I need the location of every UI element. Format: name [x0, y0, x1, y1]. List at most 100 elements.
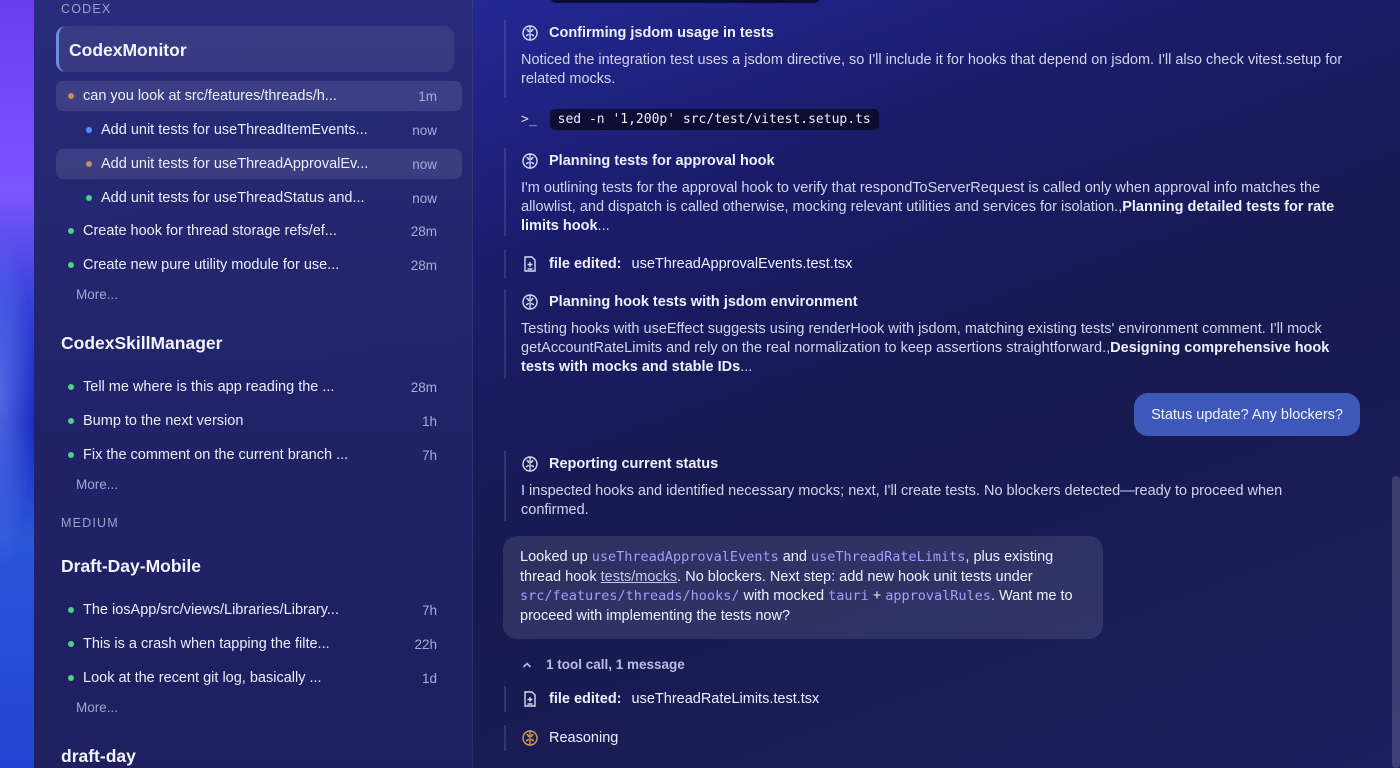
- thread-label: Create hook for thread storage refs/ef..…: [83, 223, 337, 239]
- tool-calls-summary: 1 tool call, 1 message: [546, 657, 685, 672]
- thread-label: can you look at src/features/threads/h..…: [83, 88, 337, 104]
- status-dot: [68, 93, 74, 99]
- tool-calls-toggle[interactable]: 1 tool call, 1 message: [521, 657, 685, 672]
- thread-time: 1h: [421, 413, 437, 429]
- timeline-rail: [504, 250, 506, 278]
- thread-item[interactable]: Bump to the next version 1h: [56, 406, 462, 436]
- thread-label: Add unit tests for useThreadApprovalEv..…: [101, 156, 369, 172]
- workspace-title-draft-day[interactable]: draft-day: [61, 746, 136, 767]
- thread-item[interactable]: Tell me where is this app reading the ..…: [56, 372, 462, 402]
- status-dot: [68, 607, 74, 613]
- message-text: Looked up: [520, 549, 592, 565]
- brain-icon: [521, 455, 539, 473]
- file-edited-row[interactable]: file edited: useThreadApprovalEvents.tes…: [521, 255, 852, 273]
- file-icon: [521, 255, 539, 273]
- subthread-item[interactable]: Add unit tests for useThreadStatus and..…: [56, 183, 462, 213]
- thread-label: Look at the recent git log, basically ..…: [83, 670, 322, 686]
- thread-label: Create new pure utility module for use..…: [83, 257, 340, 273]
- reasoning-title: Reasoning: [549, 730, 619, 746]
- file-edited-label: file edited:: [549, 691, 622, 707]
- timeline-rail: [504, 725, 506, 751]
- user-message-bubble: Status update? Any blockers?: [1134, 393, 1360, 436]
- inline-code: useThreadApprovalEvents: [591, 549, 779, 565]
- brain-icon: [521, 152, 539, 170]
- inline-code: tauri: [828, 588, 869, 604]
- reasoning-title: Reporting current status: [549, 456, 719, 472]
- status-dot: [68, 384, 74, 390]
- thread-label: Add unit tests for useThreadItemEvents..…: [101, 122, 368, 138]
- code-block-edge: [550, 0, 820, 3]
- thread-time: now: [412, 122, 437, 138]
- reasoning-title: Confirming jsdom usage in tests: [549, 25, 774, 41]
- workspace-title-codexskillmanager[interactable]: CodexSkillManager: [61, 333, 222, 354]
- more-link[interactable]: More...: [76, 700, 118, 715]
- workspace-title: CodexMonitor: [69, 40, 187, 60]
- reasoning-header[interactable]: Reporting current status: [521, 455, 718, 473]
- brain-icon: [521, 293, 539, 311]
- chevron-up-icon: [521, 659, 533, 671]
- more-link[interactable]: More...: [76, 287, 118, 302]
- thread-label: Add unit tests for useThreadStatus and..…: [101, 190, 365, 206]
- thread-time: 22h: [414, 636, 437, 652]
- sidebar: CODEX CodexMonitor can you look at src/f…: [34, 0, 473, 768]
- reasoning-header[interactable]: Planning tests for approval hook: [521, 152, 775, 170]
- timeline-rail: [504, 451, 506, 521]
- thread-time: 28m: [410, 379, 437, 395]
- thread-time: now: [412, 156, 437, 172]
- more-link[interactable]: More...: [76, 477, 118, 492]
- thread-item[interactable]: Fix the comment on the current branch ..…: [56, 440, 462, 470]
- reasoning-body: I inspected hooks and identified necessa…: [521, 483, 1283, 518]
- ellipsis: ...: [597, 218, 610, 234]
- thread-label: This is a crash when tapping the filte..…: [83, 636, 330, 652]
- assistant-message-bubble: Looked up useThreadApprovalEvents and us…: [503, 536, 1103, 639]
- status-dot: [68, 228, 74, 234]
- status-dot: [86, 195, 92, 201]
- section-label-medium: MEDIUM: [61, 516, 119, 530]
- thread-item[interactable]: This is a crash when tapping the filte..…: [56, 629, 462, 659]
- file-edited-row[interactable]: file edited: useThreadRateLimits.test.ts…: [521, 690, 819, 708]
- thread-item[interactable]: Create hook for thread storage refs/ef..…: [56, 216, 462, 246]
- file-name: useThreadApprovalEvents.test.tsx: [631, 256, 853, 272]
- thread-time: 1d: [421, 670, 437, 686]
- thread-time: now: [412, 190, 437, 206]
- reasoning-title: Planning tests for approval hook: [549, 153, 775, 169]
- thread-item[interactable]: Look at the recent git log, basically ..…: [56, 663, 462, 693]
- status-dot: [68, 262, 74, 268]
- status-dot: [86, 161, 92, 167]
- subthread-item[interactable]: Add unit tests for useThreadItemEvents..…: [56, 115, 462, 145]
- timeline-rail: [504, 148, 506, 236]
- timeline-rail: [504, 20, 506, 98]
- file-edited-label: file edited:: [549, 256, 622, 272]
- reasoning-header[interactable]: Confirming jsdom usage in tests: [521, 24, 774, 42]
- workspace-codexmonitor[interactable]: CodexMonitor: [56, 26, 454, 72]
- thread-item[interactable]: can you look at src/features/threads/h..…: [56, 81, 462, 111]
- message-text: . No blockers. Next step: add new hook u…: [677, 568, 1033, 585]
- thread-time: 7h: [421, 447, 437, 463]
- command-row[interactable]: >_ sed -n '1,200p' src/test/vitest.setup…: [521, 109, 879, 130]
- thread-item[interactable]: The iosApp/src/views/Libraries/Library..…: [56, 595, 462, 625]
- thread-time: 7h: [421, 602, 437, 618]
- workspace-title-draft-day-mobile[interactable]: Draft-Day-Mobile: [61, 556, 201, 577]
- thread-label: Bump to the next version: [83, 413, 244, 429]
- reasoning-body: Noticed the integration test uses a jsdo…: [521, 52, 1343, 87]
- brain-icon: [521, 729, 539, 747]
- file-link[interactable]: tests/mocks: [601, 569, 678, 585]
- brain-icon: [521, 24, 539, 42]
- timeline-rail: [504, 686, 506, 712]
- file-icon: [521, 690, 539, 708]
- file-name: useThreadRateLimits.test.tsx: [631, 691, 820, 707]
- reasoning-header[interactable]: Planning hook tests with jsdom environme…: [521, 293, 858, 311]
- inline-code: approvalRules: [885, 588, 991, 604]
- scrollbar-thumb[interactable]: [1392, 476, 1400, 768]
- reasoning-body: I'm outlining tests for the approval hoo…: [521, 179, 1351, 236]
- status-dot: [68, 418, 74, 424]
- status-dot: [68, 675, 74, 681]
- subthread-item-selected[interactable]: Add unit tests for useThreadApprovalEv..…: [56, 149, 462, 179]
- message-text: and: [778, 549, 811, 565]
- reasoning-in-progress[interactable]: Reasoning: [521, 729, 618, 747]
- thread-label: Tell me where is this app reading the ..…: [83, 379, 335, 395]
- thread-time: 28m: [410, 257, 437, 273]
- status-dot: [68, 641, 74, 647]
- thread-item[interactable]: Create new pure utility module for use..…: [56, 250, 462, 280]
- ellipsis: ...: [740, 359, 753, 375]
